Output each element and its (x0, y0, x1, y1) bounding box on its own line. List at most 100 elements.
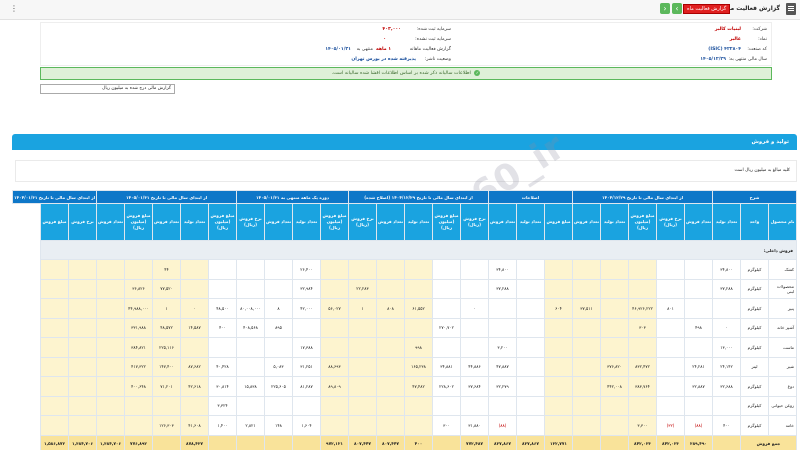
table-cell: ۱۷,۳۸۸ (292, 337, 321, 358)
column-header-17: تعداد تولید (292, 203, 321, 241)
table-cell: ۴۰,۴۲۸ (208, 356, 237, 377)
table-cell (712, 298, 741, 319)
table-cell: ۳۷۶,۸۲۰ (600, 356, 629, 377)
table-cell (460, 395, 489, 416)
table-cell (96, 298, 125, 319)
column-header-12: مبلغ فروش (میلیون ریال) (432, 203, 461, 241)
table-cell: ۱ (152, 298, 181, 319)
table-cell (68, 376, 97, 397)
table-cell (572, 259, 601, 280)
table-cell (628, 395, 657, 416)
table-cell: ۴۸,۵۰۰ (208, 298, 237, 319)
group-header-1: از ابتدای سال مالی تا تاریخ ۱۴۰۴/۱۲/۲۹ (572, 190, 713, 204)
fiscal-year-label: سال مالی منتهی به: (728, 57, 767, 62)
column-header-15: نرخ فروش (ریال) (348, 203, 377, 241)
table-cell (544, 395, 573, 416)
table-cell (488, 317, 517, 338)
table-cell: ۸۰,۰۰۸,۰۰۰ (236, 298, 265, 319)
table-cell: ۳۰۰ (432, 415, 461, 436)
table-cell: ۳,۳۲۴ (208, 395, 237, 416)
table-cell (600, 395, 629, 416)
table-cell: ۴۸,۵۷۲ (152, 317, 181, 338)
table-cell (460, 259, 489, 280)
report-type-badge[interactable]: گزارش فعالیت ماه (683, 4, 731, 14)
table-cell (68, 259, 97, 280)
table-cell (96, 337, 125, 358)
table-cell (376, 278, 405, 299)
table-cell (292, 395, 321, 416)
table-cell (320, 278, 349, 299)
table-cell (684, 298, 713, 319)
table-cell: ۲۲,۲۸۳ (348, 278, 377, 299)
column-header-4: نرخ فروش (ریال) (656, 203, 685, 241)
table-cell: ۲۴,۱۴۲ (712, 356, 741, 377)
table-row: آشپز خانه کیلوگرم ۰ ۴۹۸ ۳۰۳ ۲۷۰,۷۰۲ ۸۹۵ ۴۰۸,۵۶۸… (13, 317, 797, 338)
table-cell (40, 317, 69, 338)
table-cell (208, 337, 237, 358)
table-cell: کیلوگرم (740, 415, 769, 436)
company-label: شرکت: (752, 27, 767, 32)
table-cell: کیلوگرم (740, 278, 769, 299)
table-cell: ۳,۲۰۰ (488, 337, 517, 358)
table-cell: ۸۸,۶۹۳ (320, 356, 349, 377)
total-cell: ۱,۳۸۴,۷۰۶ (96, 434, 125, 450)
table-cell (348, 356, 377, 377)
table-cell (684, 337, 713, 358)
table-cell (68, 356, 97, 377)
table-cell: کیلوگرم (740, 376, 769, 397)
table-cell: کیلوگرم (740, 395, 769, 416)
table-row: خامه کیلوگرم ۴۰۰ (۸۸) (۳۲) ۳,۳۰۰ (۸۸) ۳۱,۸۸۰ ۳۰۰… (13, 415, 797, 436)
table-cell: ۴۹۸ (684, 317, 713, 338)
table-cell: ۸۰۸ (376, 298, 405, 319)
table-cell (656, 376, 685, 397)
column-header-3: تعداد فروش (684, 203, 713, 241)
table-cell (600, 278, 629, 299)
table-cell (432, 298, 461, 319)
table-cell (124, 259, 153, 280)
table-cell (40, 415, 69, 436)
table-cell: ۲۴,۲۸۱ (684, 356, 713, 377)
capital-value: ۴۰۳,۰۰۰ (382, 27, 401, 32)
column-header-6: تعداد تولید (600, 203, 629, 241)
next-button[interactable]: › (660, 3, 670, 14)
product-name-cell: پنیر (768, 298, 797, 319)
table-cell (404, 395, 433, 416)
column-header-18: تعداد فروش (264, 203, 293, 241)
unregistered-capital-value: ۰ (383, 37, 386, 42)
table-cell: ۸۷,۶۸۲ (180, 356, 209, 377)
table-cell (684, 259, 713, 280)
table-cell (236, 395, 265, 416)
product-name-cell: دوغ (768, 376, 797, 397)
symbol-label: نماد: (758, 37, 767, 42)
total-cell: ۷۷۶,۸۹۲ (124, 434, 153, 450)
table-cell: ۴۲,۶۱۸ (180, 376, 209, 397)
table-cell: ۴۰۰ (712, 415, 741, 436)
table-cell (628, 337, 657, 358)
table-cell (460, 278, 489, 299)
table-cell (516, 337, 545, 358)
table-cell: ۳۷,۵۱۱ (572, 298, 601, 319)
unit-select[interactable]: گزارش مالی درج شده به میلیون ریال (40, 84, 175, 94)
table-cell (68, 395, 97, 416)
industry-code-label: کد صنعت: (747, 47, 767, 52)
table-cell (516, 317, 545, 338)
table-cell (404, 278, 433, 299)
table-cell: کیلوگرم (740, 259, 769, 280)
total-row: جمع فروش ۳۸۹,۴۹۰ ۸۴۲,۰۳۳ ۸۴۲,۰۳۳ ۱۳۲,۷۷۱ ۸۲۷,… (13, 434, 797, 450)
table-cell: ۴۶,۹۲۶,۲۲۲ (628, 298, 657, 319)
menu-icon[interactable]: ⋮ (10, 4, 18, 13)
prev-button[interactable]: ‹ (672, 3, 682, 14)
table-cell (96, 415, 125, 436)
table-cell (320, 337, 349, 358)
table-cell (432, 395, 461, 416)
table-cell: ۸۰۱ (656, 298, 685, 319)
table-cell: ۳۲,۶۸۸ (712, 376, 741, 397)
table-cell: ۴۷,۸۸۷ (488, 356, 517, 377)
table-cell (684, 278, 713, 299)
table-cell: (۳۲) (656, 415, 685, 436)
group-header-3: از ابتدای سال مالی تا تاریخ ۱۴۰۴/۱۲/۲۹ (… (348, 190, 489, 204)
table-cell (432, 259, 461, 280)
check-icon: ✓ (474, 70, 481, 76)
table-cell: ۱,۶۰۴ (292, 415, 321, 436)
table-cell (180, 395, 209, 416)
